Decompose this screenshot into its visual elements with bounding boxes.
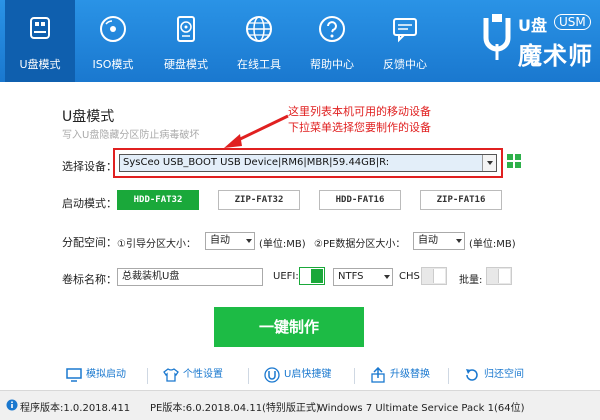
batch-label: 批量: <box>459 275 483 286</box>
chs-label: CHS: <box>399 271 424 282</box>
tool-label: U启快捷键 <box>284 369 332 380</box>
chevron-down-icon[interactable] <box>242 233 254 249</box>
brand-usm-badge: USM <box>554 14 591 30</box>
annotation-line-2: 下拉菜单选择您要制作的设备 <box>288 121 431 134</box>
grid-view-icon[interactable] <box>507 154 521 168</box>
pe-version: PE版本:6.0.2018.04.11 <box>150 403 263 414</box>
tool-simulate-boot[interactable]: 模拟启动 <box>66 366 126 386</box>
annotation-line-1: 这里列表本机可用的移动设备 <box>288 105 431 118</box>
device-select-value: SysCeo USB_BOOT USB Device|RM6|MBR|59.44… <box>123 157 390 168</box>
nav-tab-usb-mode[interactable]: U盘模式 <box>5 0 75 82</box>
status-bar: 程序版本:1.0.2018.411 PE版本:6.0.2018.04.11 (特… <box>0 390 600 420</box>
nav-tab-online-tools[interactable]: 在线工具 <box>224 0 294 82</box>
restore-icon <box>466 369 478 381</box>
tool-divider <box>248 368 249 384</box>
tool-restore-space[interactable]: 归还空间 <box>464 366 524 386</box>
monitor-icon <box>66 368 82 382</box>
pe-partition-size-value: 自动 <box>418 235 438 246</box>
uefi-label: UEFI: <box>273 271 299 282</box>
usb-drive-icon <box>30 17 50 39</box>
boot-option-hdd-fat16[interactable]: HDD-FAT16 <box>319 190 401 210</box>
page-subtitle: 写入U盘隐藏分区防止病毒破坏 <box>62 130 200 141</box>
boot-option-zip-fat16[interactable]: ZIP-FAT16 <box>420 190 502 210</box>
nav-tab-hard-disk-mode[interactable]: 硬盘模式 <box>151 0 221 82</box>
partition-label: 分配空间： <box>62 236 117 249</box>
annotation-arrow <box>224 114 289 148</box>
chevron-down-icon[interactable] <box>482 155 496 171</box>
annotation-note: 这里列表本机可用的移动设备 下拉菜单选择您要制作的设备 <box>288 104 431 136</box>
uefi-toggle[interactable] <box>299 267 325 285</box>
tool-label: 归还空间 <box>484 369 524 380</box>
os-info: Windows 7 Ultimate Service Pack 1(64位) <box>318 403 525 414</box>
nav-tab-iso-mode[interactable]: ISO模式 <box>78 0 148 82</box>
main-panel: U盘模式 写入U盘隐藏分区防止病毒破坏 这里列表本机可用的移动设备 下拉菜单选择… <box>0 82 600 420</box>
device-label: 选择设备： <box>62 160 117 173</box>
nav-tab-label: ISO模式 <box>92 58 134 71</box>
feedback-icon <box>393 18 417 43</box>
filesystem-select[interactable]: NTFS <box>333 268 393 286</box>
tool-personalize[interactable]: 个性设置 <box>163 366 223 386</box>
boot-option-zip-fat32[interactable]: ZIP-FAT32 <box>218 190 300 210</box>
nav-tab-help-center[interactable]: 帮助中心 <box>297 0 367 82</box>
shirt-icon <box>163 368 179 382</box>
program-version: 程序版本:1.0.2018.411 <box>20 403 131 414</box>
page-title: U盘模式 <box>62 109 115 125</box>
batch-toggle[interactable] <box>486 267 512 285</box>
brand-u: U盘 <box>518 16 547 35</box>
one-click-make-button[interactable]: 一键制作 <box>214 307 364 347</box>
edition-label: (特别版正式) <box>262 403 320 414</box>
upgrade-icon <box>371 367 385 383</box>
pe-partition-size-select[interactable]: 自动 <box>413 232 465 250</box>
nav-tab-label: 帮助中心 <box>310 58 354 71</box>
tool-divider <box>147 368 148 384</box>
chs-toggle[interactable] <box>421 267 447 285</box>
tool-label: 模拟启动 <box>86 369 126 380</box>
nav-tab-label: 在线工具 <box>237 58 281 71</box>
boot-partition-size-value: 自动 <box>210 235 230 246</box>
nav-tab-label: 硬盘模式 <box>164 58 208 71</box>
boot-partition-unit: (单位:MB) <box>259 239 306 250</box>
chevron-down-icon[interactable] <box>380 269 392 285</box>
disc-icon <box>100 16 126 42</box>
info-icon <box>6 399 18 411</box>
nav-tab-label: 反馈中心 <box>383 58 427 71</box>
chevron-down-icon[interactable] <box>452 233 464 249</box>
brand-usb-logo-icon <box>483 14 511 60</box>
u-shortcut-icon <box>264 367 280 383</box>
tool-label: 个性设置 <box>183 369 223 380</box>
globe-icon <box>246 16 272 42</box>
boot-mode-label: 启动模式： <box>62 197 117 210</box>
help-icon <box>319 16 345 42</box>
nav-tab-label: U盘模式 <box>19 58 61 71</box>
boot-partition-size-label: ①引导分区大小： <box>117 239 196 250</box>
boot-partition-size-select[interactable]: 自动 <box>205 232 255 250</box>
device-select[interactable]: SysCeo USB_BOOT USB Device|RM6|MBR|59.44… <box>119 154 497 172</box>
volume-name-input[interactable]: 总裁装机U盘 <box>117 268 263 286</box>
tool-u-shortcut-keys[interactable]: U启快捷键 <box>264 366 331 386</box>
brand-name: 魔术师 <box>518 42 593 70</box>
brand-logo: U盘 USM 魔术师 <box>480 10 595 72</box>
tool-divider <box>448 368 449 384</box>
boot-option-hdd-fat32[interactable]: HDD-FAT32 <box>117 190 199 210</box>
nav-tab-feedback-center[interactable]: 反馈中心 <box>370 0 440 82</box>
tool-upgrade-replace[interactable]: 升级替换 <box>370 366 430 386</box>
pe-partition-size-label: ②PE数据分区大小： <box>314 239 406 250</box>
volume-label: 卷标名称： <box>62 273 117 286</box>
device-highlight-frame: SysCeo USB_BOOT USB Device|RM6|MBR|59.44… <box>113 148 503 178</box>
pe-partition-unit: (单位:MB) <box>469 239 516 250</box>
tools-bar: 模拟启动 个性设置 U启快捷键 升级替换 归还空间 <box>0 366 600 386</box>
tool-label: 升级替换 <box>390 369 430 380</box>
top-navigation-bar: U盘模式 ISO模式 硬盘模式 在线工具 帮助中心 反馈中心 U盘 USM 魔术… <box>0 0 600 82</box>
filesystem-value: NTFS <box>338 271 364 282</box>
hard-disk-icon <box>177 16 195 42</box>
tool-divider <box>354 368 355 384</box>
